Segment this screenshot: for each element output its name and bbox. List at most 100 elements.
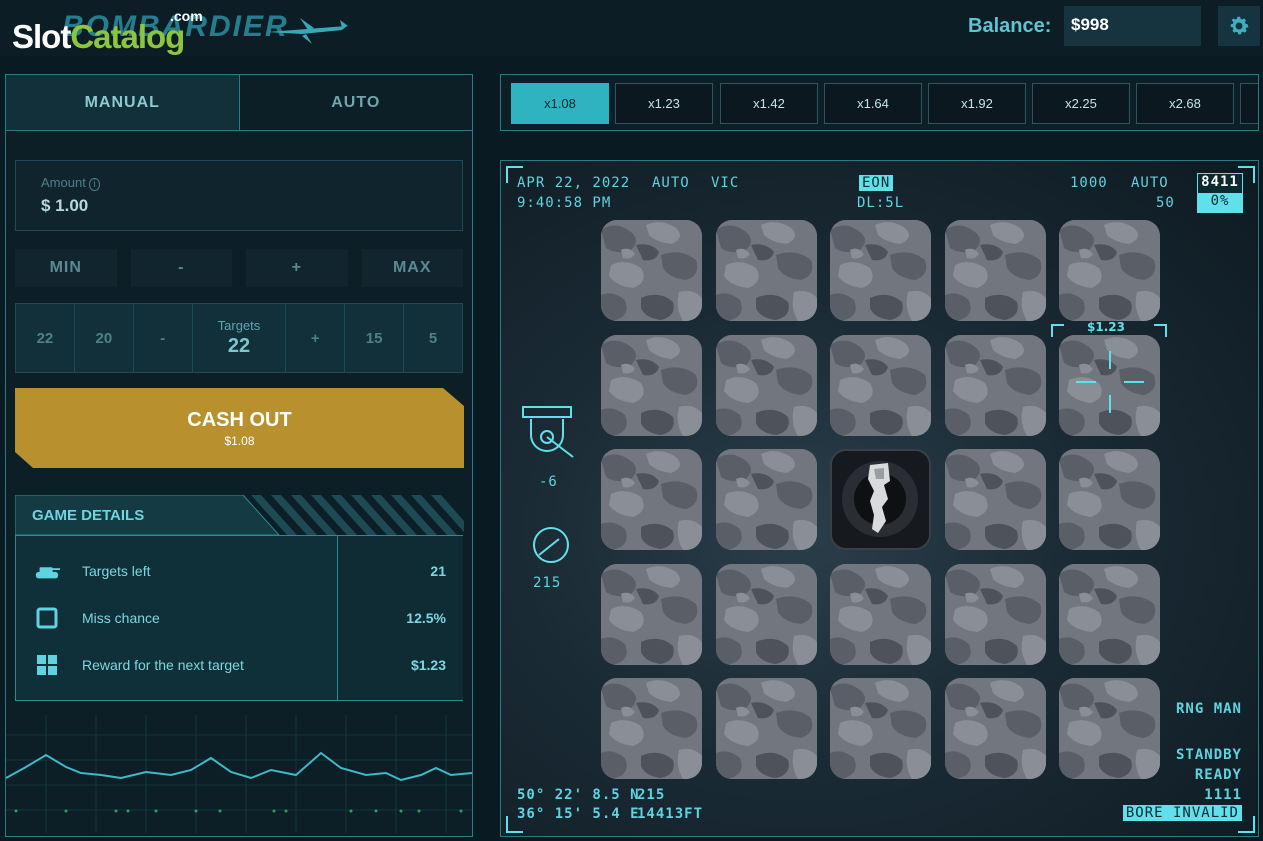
- gear-icon: [1230, 16, 1249, 35]
- targets-option-15[interactable]: 15: [345, 304, 405, 372]
- tile[interactable]: [944, 449, 1046, 550]
- hud-bore: BORE INVALID: [1122, 805, 1242, 821]
- multiplier-1[interactable]: x1.08: [511, 83, 609, 124]
- multiplier-3[interactable]: x1.42: [720, 83, 818, 124]
- tile[interactable]: [830, 334, 931, 436]
- hud-dl: DL:5L: [857, 195, 905, 211]
- hud-latitude-value: 215: [637, 787, 666, 803]
- miss-chance-label: Miss chance: [82, 610, 160, 626]
- tile[interactable]: [944, 563, 1046, 665]
- camo-pattern: [715, 334, 817, 436]
- tile[interactable]: [601, 563, 702, 665]
- hud-bore-box: BORE INVALID: [1122, 805, 1242, 821]
- tile[interactable]: [715, 334, 817, 436]
- amount-label-text: Amount: [41, 175, 86, 190]
- multiplier-6[interactable]: x2.25: [1032, 83, 1130, 124]
- hud-longitude: 36° 15' 5.4 E: [517, 806, 640, 822]
- tile[interactable]: [601, 220, 702, 321]
- details-row-reward: Reward for the next target $1.23: [16, 650, 464, 680]
- hud-ready: READY: [1194, 767, 1242, 783]
- multiplier-5[interactable]: x1.92: [928, 83, 1026, 124]
- multiplier-8-partial[interactable]: [1240, 83, 1258, 124]
- radar-chart-decoration: [6, 715, 472, 833]
- max-button[interactable]: MAX: [361, 249, 463, 287]
- tile[interactable]: [1059, 678, 1160, 779]
- camo-pattern: [1059, 678, 1160, 779]
- drone-icon: [267, 18, 348, 44]
- tile[interactable]: [944, 678, 1046, 779]
- camo-pattern: [1059, 449, 1160, 550]
- tab-auto[interactable]: AUTO: [240, 75, 473, 130]
- details-title: GAME DETAILS: [32, 507, 145, 524]
- hud-altitude: 14413FT: [637, 806, 704, 822]
- heading-gauge-icon: [533, 527, 569, 563]
- camo-pattern: [830, 563, 931, 665]
- tile[interactable]: [715, 563, 817, 665]
- header: BOMBARDIER SlotCatalog .com Balance: $99…: [0, 0, 1263, 56]
- tank-icon: [34, 560, 60, 582]
- tile[interactable]: [601, 449, 702, 550]
- hud-50: 50: [1156, 195, 1175, 211]
- hud-latitude: 50° 22' 8.5 N: [517, 787, 640, 803]
- targets-value: 22: [227, 335, 251, 357]
- camo-pattern: [944, 563, 1046, 665]
- tab-manual[interactable]: MANUAL: [6, 75, 240, 130]
- min-button[interactable]: MIN: [15, 249, 117, 287]
- tile[interactable]: [715, 449, 817, 550]
- camo-pattern: [944, 678, 1046, 779]
- multiplier-2[interactable]: x1.23: [615, 83, 713, 124]
- tile[interactable]: [601, 334, 702, 436]
- destroyed-target-icon: [832, 451, 929, 548]
- camo-pattern: [715, 449, 817, 550]
- camo-pattern: [1059, 220, 1160, 321]
- amount-field[interactable]: Amount i $ 1.00: [15, 160, 463, 231]
- info-icon: i: [89, 178, 100, 191]
- targets-increase-button[interactable]: +: [286, 304, 346, 372]
- multiplier-4[interactable]: x1.64: [824, 83, 922, 124]
- tile[interactable]: [715, 678, 817, 779]
- hud-eon-box: EON: [859, 175, 894, 191]
- tile[interactable]: [944, 220, 1046, 321]
- bet-panel: MANUAL AUTO Amount i $ 1.00 MIN - + MAX …: [5, 74, 473, 837]
- hud-standby: STANDBY: [1175, 747, 1242, 763]
- camo-pattern: [601, 334, 702, 436]
- logo-catalog-text: Catalog: [70, 18, 185, 55]
- tile[interactable]: [601, 678, 702, 779]
- hud-date: APR 22, 2022: [517, 175, 631, 191]
- hud-auto: AUTO: [652, 175, 690, 191]
- tile[interactable]: [830, 563, 931, 665]
- amount-label: Amount i: [41, 175, 437, 191]
- balance-value: $998: [1064, 6, 1201, 46]
- targets-label: Targets: [217, 318, 261, 333]
- camo-pattern: [601, 449, 702, 550]
- tile[interactable]: [1059, 449, 1160, 550]
- camo-pattern: [830, 334, 931, 436]
- multiplier-7[interactable]: x2.68: [1136, 83, 1234, 124]
- increase-button[interactable]: +: [246, 249, 348, 287]
- details-row-miss-chance: Miss chance 12.5%: [16, 603, 464, 633]
- targets-option-22[interactable]: 22: [16, 304, 75, 372]
- reward-label: Reward for the next target: [82, 657, 244, 673]
- details-row-targets-left: Targets left 21: [16, 556, 464, 586]
- targets-option-5[interactable]: 5: [404, 304, 462, 372]
- balance-label: Balance:: [968, 15, 1052, 37]
- settings-button[interactable]: [1218, 6, 1260, 46]
- logo-slot-text: Slot: [12, 18, 71, 55]
- camo-pattern: [944, 334, 1046, 436]
- cashout-button[interactable]: CASH OUT $1.08: [15, 388, 464, 468]
- square-icon: [34, 607, 60, 629]
- tile[interactable]: [1059, 220, 1160, 321]
- targets-option-20[interactable]: 20: [75, 304, 134, 372]
- tile[interactable]: [830, 220, 931, 321]
- hud-8411: 8411: [1198, 174, 1242, 193]
- cashout-amount: $1.08: [224, 433, 255, 448]
- tile[interactable]: [1059, 563, 1160, 665]
- game-details: GAME DETAILS Targets left 21 Miss chance…: [15, 495, 464, 701]
- tile[interactable]: [830, 678, 931, 779]
- tile[interactable]: [715, 220, 817, 321]
- miss-chance-value: 12.5%: [406, 610, 446, 626]
- tile[interactable]: [944, 334, 1046, 436]
- decrease-button[interactable]: -: [130, 249, 232, 287]
- targets-decrease-button[interactable]: -: [134, 304, 193, 372]
- camo-pattern: [601, 678, 702, 779]
